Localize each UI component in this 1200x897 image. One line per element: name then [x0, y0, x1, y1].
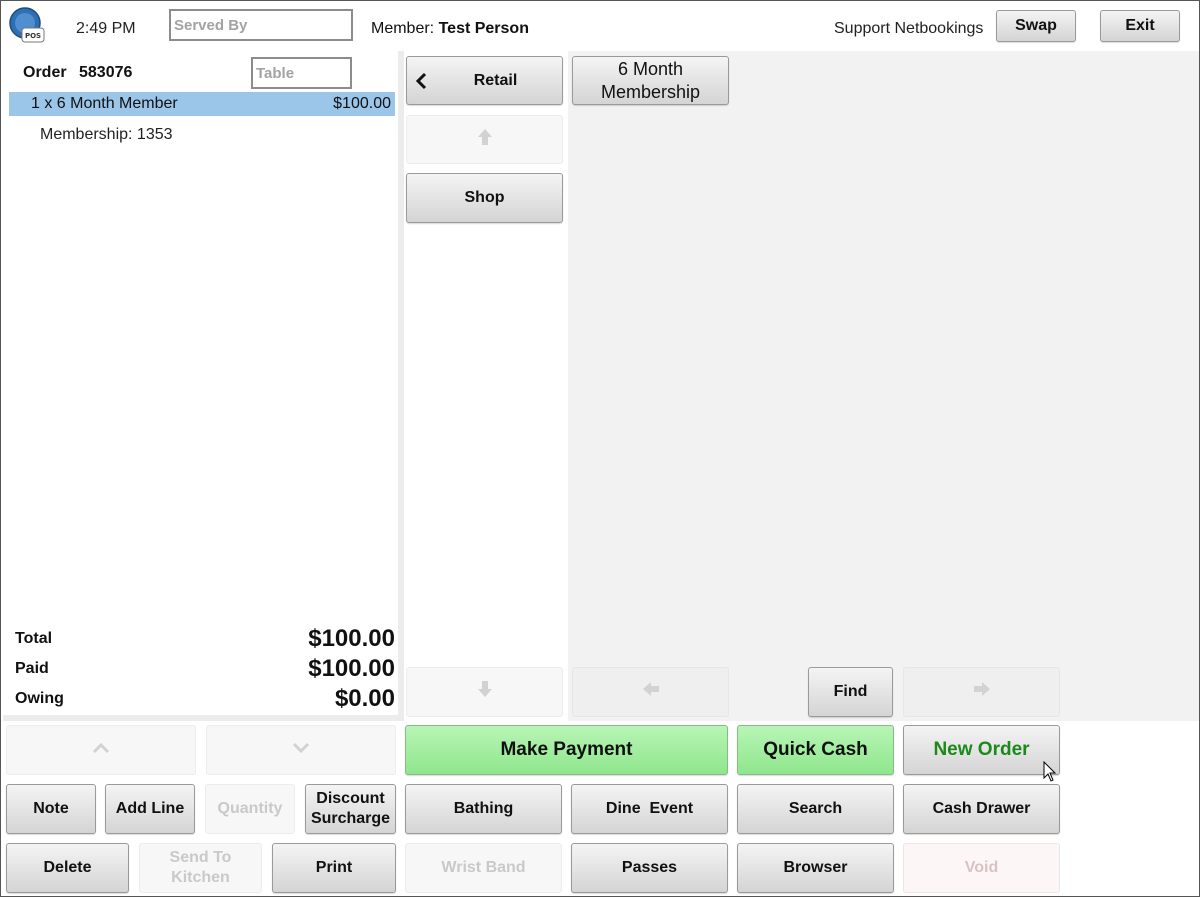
exit-button[interactable]: Exit	[1100, 10, 1180, 42]
passes-button[interactable]: Passes	[571, 843, 728, 893]
category-scroll-up-button[interactable]	[406, 115, 563, 164]
order-line-text: 1 x 6 Month Member	[31, 95, 178, 112]
order-panel-bottom-divider	[3, 715, 402, 721]
retail-back-button[interactable]: Retail	[406, 56, 563, 105]
dine-event-button[interactable]: Dine Event	[571, 784, 728, 834]
arrow-up-icon	[477, 128, 493, 152]
paid-label: Paid	[15, 660, 49, 677]
member-info: Member: Test Person	[371, 20, 529, 38]
order-sub-line: Membership: 1353	[40, 126, 173, 143]
app-logo: POS	[8, 6, 46, 46]
cash-drawer-button[interactable]: Cash Drawer	[903, 784, 1060, 834]
new-order-button[interactable]: New Order	[903, 725, 1060, 775]
table-input[interactable]	[251, 57, 352, 89]
bathing-button[interactable]: Bathing	[405, 784, 562, 834]
make-payment-button[interactable]: Make Payment	[405, 725, 728, 775]
arrow-down-icon	[477, 680, 493, 704]
pos-window: POS 2:49 PM Member: Test Person Support …	[0, 0, 1200, 897]
category-shop-button[interactable]: Shop	[406, 173, 563, 223]
quantity-button[interactable]: Quantity	[205, 784, 295, 834]
owing-value: $0.00	[334, 685, 395, 712]
chevron-down-icon	[292, 740, 310, 760]
search-button[interactable]: Search	[737, 784, 894, 834]
order-line[interactable]: 1 x 6 Month Member $100.00	[9, 92, 395, 116]
clock-time: 2:49 PM	[76, 20, 136, 37]
product-prev-page-button[interactable]	[572, 667, 729, 717]
arrow-left-icon	[642, 681, 660, 703]
owing-label: Owing	[15, 690, 64, 707]
total-label: Total	[15, 630, 53, 647]
order-scroll-down-button[interactable]	[206, 725, 396, 775]
order-number: 583076	[79, 64, 133, 81]
find-button[interactable]: Find	[808, 667, 893, 717]
product-6-month-membership-button[interactable]: 6 Month Membership	[572, 56, 729, 105]
swap-button[interactable]: Swap	[996, 10, 1076, 42]
add-line-button[interactable]: Add Line	[105, 784, 195, 834]
note-button[interactable]: Note	[6, 784, 96, 834]
print-button[interactable]: Print	[272, 843, 396, 893]
retail-label: Retail	[473, 71, 518, 89]
order-label: Order	[23, 64, 67, 81]
chevron-up-icon	[92, 740, 110, 760]
total-value: $100.00	[308, 625, 395, 652]
mouse-cursor-icon	[1043, 760, 1057, 783]
logo-text: POS	[25, 32, 41, 40]
product-grid-area	[568, 51, 1199, 721]
chevron-left-icon	[414, 72, 428, 96]
order-line-price: $100.00	[333, 95, 391, 112]
send-to-kitchen-button[interactable]: Send To Kitchen	[139, 843, 262, 893]
order-scroll-up-button[interactable]	[6, 725, 196, 775]
wrist-band-button[interactable]: Wrist Band	[405, 843, 562, 893]
void-button[interactable]: Void	[903, 843, 1060, 893]
discount-surcharge-button[interactable]: Discount Surcharge	[305, 784, 396, 834]
served-by-input[interactable]	[169, 9, 353, 41]
browser-button[interactable]: Browser	[737, 843, 894, 893]
support-label: Support Netbookings	[834, 20, 984, 37]
product-label: 6 Month Membership	[600, 58, 701, 102]
member-name: Test Person	[438, 20, 529, 37]
order-panel-divider	[398, 51, 404, 721]
product-next-page-button[interactable]	[903, 667, 1060, 717]
arrow-right-icon	[973, 681, 991, 703]
delete-button[interactable]: Delete	[6, 843, 129, 893]
paid-value: $100.00	[308, 655, 395, 682]
category-scroll-down-button[interactable]	[406, 667, 563, 717]
member-label: Member:	[371, 20, 435, 37]
quick-cash-button[interactable]: Quick Cash	[737, 725, 894, 775]
